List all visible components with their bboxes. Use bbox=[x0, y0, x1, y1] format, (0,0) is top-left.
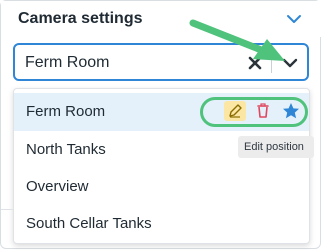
select-value: Ferm Room bbox=[25, 54, 110, 71]
star-icon bbox=[283, 103, 299, 119]
pencil-icon bbox=[229, 104, 242, 118]
edit-position-button[interactable] bbox=[224, 101, 246, 121]
menu-item-south-cellar-tanks[interactable]: South Cellar Tanks bbox=[14, 205, 309, 243]
menu-item-label: South Cellar Tanks bbox=[26, 215, 152, 232]
favorite-position-button[interactable] bbox=[281, 101, 301, 121]
panel-title: Camera settings bbox=[18, 10, 143, 27]
menu-item-overview[interactable]: Overview bbox=[14, 168, 309, 206]
trash-icon bbox=[257, 103, 269, 118]
delete-position-button[interactable] bbox=[253, 101, 273, 121]
tooltip: Edit position bbox=[238, 136, 314, 158]
menu-item-label: North Tanks bbox=[26, 141, 106, 158]
menu-item-label: Overview bbox=[26, 178, 89, 195]
menu-item-label: Ferm Room bbox=[26, 103, 106, 120]
panel-footer-edge bbox=[1, 209, 13, 250]
arrow-icon bbox=[189, 19, 285, 61]
camera-settings-panel: Camera settings Ferm Room Ferm Room Nort… bbox=[0, 0, 321, 249]
